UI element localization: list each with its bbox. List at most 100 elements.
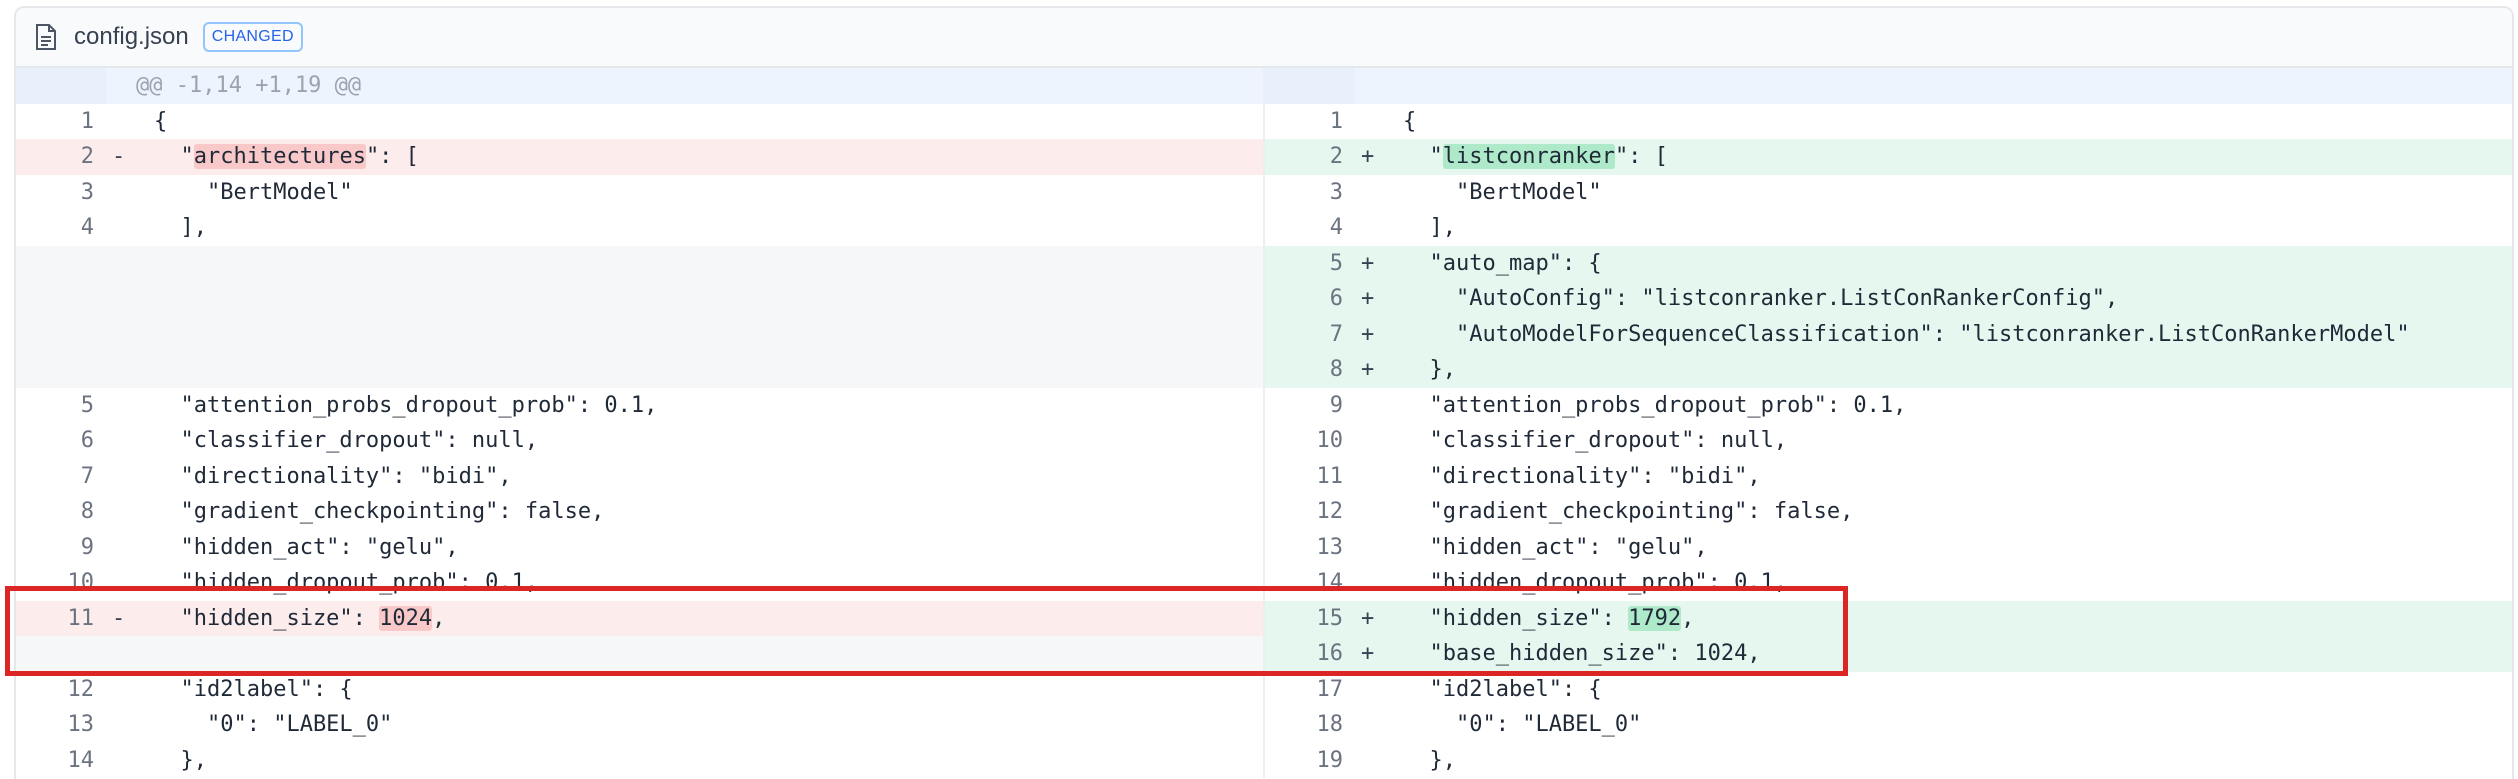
hunk-header: @@ -1,14 +1,19 @@ bbox=[136, 73, 362, 98]
code-line: "base_hidden_size": 1024, bbox=[1403, 641, 1761, 666]
code-line: "hidden_size": 1024, bbox=[154, 605, 446, 631]
line-number: 8 bbox=[80, 499, 94, 524]
left-side: 3 "BertModel" bbox=[16, 174, 1265, 210]
diff-marker bbox=[1355, 423, 1397, 459]
code-line: "AutoModelForSequenceClassification": "l… bbox=[1403, 321, 2410, 347]
diff-row: 6 "classifier_dropout": null, 10 "classif… bbox=[16, 423, 2512, 459]
diff-row: 11- "hidden_size": 1024, 15 + "hidden_size… bbox=[16, 600, 2512, 636]
line-number: 5 bbox=[80, 392, 94, 418]
diff-marker: + bbox=[1361, 144, 1375, 169]
diff-marker: - bbox=[112, 605, 126, 631]
line-number: 5 bbox=[1329, 250, 1343, 276]
line-number bbox=[16, 352, 106, 388]
diff-marker bbox=[106, 246, 148, 282]
right-side: 12 "gradient_checkpointing": false, bbox=[1265, 494, 2512, 530]
line-number: 13 bbox=[67, 712, 95, 737]
diff-row: 5 + "auto_map": { bbox=[16, 245, 2512, 282]
diff-marker bbox=[106, 352, 148, 388]
diff-marker bbox=[1355, 459, 1397, 495]
code-line: { bbox=[154, 108, 168, 134]
diff-marker: + bbox=[1361, 357, 1375, 382]
hunk-header-row: @@ -1,14 +1,19 @@ bbox=[16, 68, 2512, 104]
code-line: "BertModel" bbox=[154, 179, 353, 205]
diff-marker bbox=[1355, 494, 1397, 530]
diff-row: 6 + "AutoConfig": "listconranker.ListConR… bbox=[16, 281, 2512, 317]
line-number: 14 bbox=[67, 747, 95, 773]
split-diff-view: @@ -1,14 +1,19 @@ 1{1{2- "architectures"… bbox=[16, 68, 2512, 778]
right-side: 1{ bbox=[1265, 104, 2512, 140]
code-line: "id2label": { bbox=[154, 676, 353, 702]
line-number: 11 bbox=[1316, 463, 1344, 489]
diff-marker: + bbox=[1361, 321, 1375, 347]
right-side: 4 ], bbox=[1265, 210, 2512, 246]
diff-marker: + bbox=[1361, 286, 1375, 311]
code-line: "BertModel" bbox=[1403, 179, 1602, 205]
line-number: 11 bbox=[67, 605, 95, 631]
diff-row: 8 + }, bbox=[16, 352, 2512, 388]
file-icon bbox=[34, 23, 58, 51]
diff-row: 7 + "AutoModelForSequenceClassification":… bbox=[16, 316, 2512, 353]
right-side: 16 + "base_hidden_size": 1024, bbox=[1265, 636, 2512, 672]
code-line: "directionality": "bidi", bbox=[1403, 463, 1761, 489]
code-line: "hidden_act": "gelu", bbox=[154, 534, 459, 560]
diff-marker bbox=[106, 104, 148, 140]
diff-row: 1{1{ bbox=[16, 103, 2512, 140]
code-line: "hidden_act": "gelu", bbox=[1403, 534, 1708, 560]
line-number: 6 bbox=[80, 428, 94, 453]
diff-row: 9 "hidden_act": "gelu", 13 "hidden_act": … bbox=[16, 529, 2512, 566]
diff-marker bbox=[106, 423, 148, 459]
line-number: 13 bbox=[1316, 534, 1344, 560]
diff-marker bbox=[1355, 104, 1397, 140]
line-number: 19 bbox=[1316, 747, 1344, 773]
diff-marker bbox=[1355, 707, 1397, 743]
left-side bbox=[16, 352, 1265, 388]
left-side: 8 "gradient_checkpointing": false, bbox=[16, 494, 1265, 530]
right-side: 18 "0": "LABEL_0" bbox=[1265, 707, 2512, 743]
left-side: 11- "hidden_size": 1024, bbox=[16, 600, 1265, 636]
diff-marker bbox=[106, 281, 148, 317]
line-number bbox=[16, 317, 106, 353]
file-name[interactable]: config.json bbox=[74, 23, 189, 51]
line-number: 16 bbox=[1316, 641, 1344, 666]
right-side: 7 + "AutoModelForSequenceClassification":… bbox=[1265, 316, 2512, 352]
diff-marker bbox=[106, 743, 148, 779]
diff-row: 16 + "base_hidden_size": 1024, bbox=[16, 636, 2512, 672]
right-side: 14 "hidden_dropout_prob": 0.1, bbox=[1265, 565, 2512, 601]
left-side: 12 "id2label": { bbox=[16, 671, 1265, 707]
right-side: 9 "attention_probs_dropout_prob": 0.1, bbox=[1265, 388, 2512, 424]
left-side bbox=[16, 636, 1265, 672]
right-side: 13 "hidden_act": "gelu", bbox=[1265, 530, 2512, 566]
left-side: 13 "0": "LABEL_0" bbox=[16, 707, 1265, 743]
diff-marker: + bbox=[1361, 641, 1375, 666]
diff-marker bbox=[1355, 210, 1397, 246]
diff-marker bbox=[1355, 530, 1397, 566]
diff-row: 7 "directionality": "bidi", 11 "direction… bbox=[16, 458, 2512, 495]
line-number: 10 bbox=[1316, 428, 1344, 453]
line-number: 6 bbox=[1329, 286, 1343, 311]
changed-token: listconranker bbox=[1442, 144, 1615, 169]
changed-token: 1024 bbox=[379, 605, 433, 631]
diff-marker bbox=[106, 388, 148, 424]
line-number: 1 bbox=[80, 108, 94, 134]
right-side: 2 + "listconranker": [ bbox=[1265, 139, 2512, 175]
diff-marker bbox=[1355, 565, 1397, 601]
code-line: }, bbox=[1403, 357, 1456, 382]
diff-panel: config.json CHANGED @@ -1,14 +1,19 @@ 1{… bbox=[14, 6, 2514, 779]
diff-row: 3 "BertModel" 3 "BertModel" bbox=[16, 174, 2512, 210]
left-side: 4 ], bbox=[16, 210, 1265, 246]
line-number: 3 bbox=[1329, 179, 1343, 205]
right-side: 8 + }, bbox=[1265, 352, 2512, 388]
code-line: "attention_probs_dropout_prob": 0.1, bbox=[154, 392, 658, 418]
line-number: 1 bbox=[1329, 108, 1343, 134]
diff-marker bbox=[106, 317, 148, 353]
diff-marker: + bbox=[1361, 250, 1375, 276]
code-line: "id2label": { bbox=[1403, 676, 1602, 702]
right-side: 11 "directionality": "bidi", bbox=[1265, 459, 2512, 495]
left-side: 9 "hidden_act": "gelu", bbox=[16, 529, 1265, 565]
line-number: 2 bbox=[80, 144, 94, 169]
diff-marker bbox=[106, 459, 148, 495]
line-number: 17 bbox=[1316, 676, 1344, 702]
line-number: 7 bbox=[1329, 321, 1343, 347]
